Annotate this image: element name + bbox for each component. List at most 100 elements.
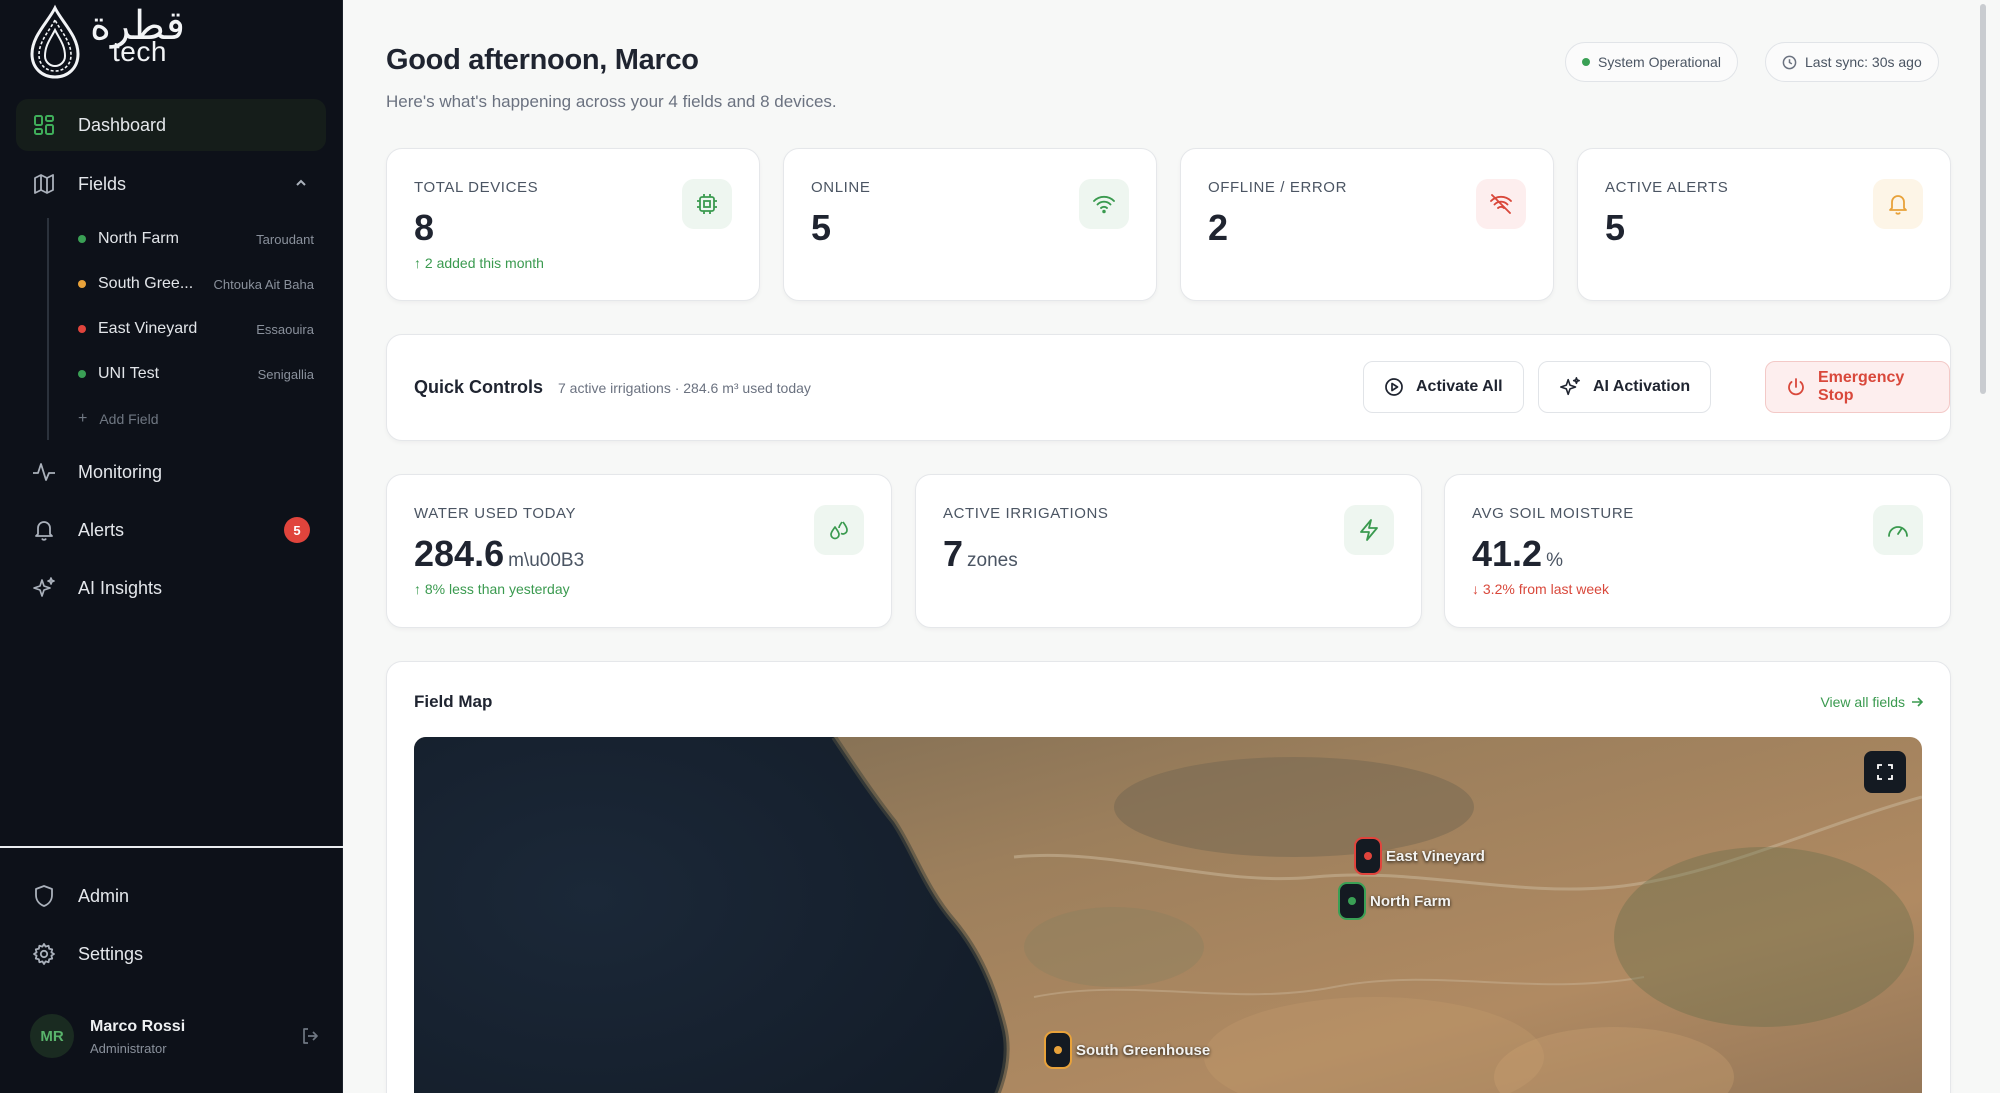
stat-note: ↑ 8% less than yesterday [414,581,570,597]
gear-icon [32,942,56,966]
sparkles-icon [32,576,56,600]
alerts-count-badge: 5 [284,517,310,543]
stat-note: ↑ 2 added this month [414,255,544,271]
status-dot [78,280,86,288]
bell-icon [32,518,56,542]
user-role: Administrator [90,1041,167,1056]
quick-controls-subtitle: 7 active irrigations · 284.6 m³ used tod… [558,380,811,396]
sidebar: قطرة tech Dashboard Fields North Farm Ta… [0,0,343,1093]
stat-value: 5 [811,207,832,248]
map-marker-north-farm[interactable]: North Farm [1338,882,1451,920]
stat-label: AVG SOIL MOISTURE [1472,505,1634,522]
nav-dashboard-label: Dashboard [78,114,167,135]
field-location: Senigallia [257,366,314,382]
field-location: Chtouka Ait Baha [213,276,314,292]
avatar: MR [30,1014,74,1058]
nav-admin[interactable]: Admin [16,870,326,922]
water-drop-logo-icon [30,4,80,79]
sidebar-field-east-vineyard[interactable]: East Vineyard Essaouira [62,311,324,347]
map-marker-east-vineyard[interactable]: East Vineyard [1354,837,1485,875]
fullscreen-icon [1876,763,1894,781]
scrollbar[interactable] [1980,4,1986,394]
main-content: Good afternoon, Marco Here's what's happ… [344,0,1990,1093]
activate-all-label: Activate All [1416,378,1503,395]
stat-unit: zones [967,550,1018,571]
map-marker-south-greenhouse[interactable]: South Greenhouse [1044,1031,1210,1069]
sidebar-divider [0,846,343,848]
field-name: East Vineyard [98,320,198,337]
emergency-stop-button[interactable]: Emergency Stop [1765,361,1950,413]
stat-label: WATER USED TODAY [414,505,577,522]
map-marker-label: East Vineyard [1386,847,1485,865]
add-field-label: Add Field [99,411,159,427]
stat-value: 41.2 [1472,533,1543,574]
power-icon [1786,377,1806,397]
quick-controls-card: Quick Controls 7 active irrigations · 28… [386,334,1951,441]
field-tree-line [47,218,49,440]
page-subtitle: Here's what's happening across your 4 fi… [386,92,837,111]
stat-label: ACTIVE ALERTS [1605,179,1729,196]
nav-monitoring[interactable]: Monitoring [16,446,326,498]
stat-card-active-irrigations: ACTIVE IRRIGATIONS 7 zones [915,474,1422,628]
play-circle-icon [1384,377,1404,397]
field-location: Essaouira [256,321,314,337]
map-pin [1338,882,1366,920]
nav-alerts-label: Alerts [78,519,125,540]
emergency-stop-label: Emergency Stop [1818,369,1905,404]
satellite-map[interactable]: East Vineyard North Farm South Greenhous… [414,737,1922,1093]
quick-controls-title: Quick Controls [414,377,544,397]
stat-value-row: 41.2% [1472,533,1563,575]
nav-ai-insights-label: AI Insights [78,577,163,598]
map-marker-label: South Greenhouse [1076,1041,1211,1059]
expand-map-button[interactable] [1864,751,1906,793]
nav-fields-label: Fields [78,173,127,194]
user-name: Marco Rossi [90,1018,186,1035]
stat-card-offline-error: OFFLINE / ERROR 2 [1180,148,1554,301]
wifi-icon [1079,179,1129,229]
brand-logo[interactable]: قطرة tech [26,4,185,80]
ai-activation-label: AI Activation [1593,378,1691,395]
stat-card-avg-soil-moisture: AVG SOIL MOISTURE 41.2% ↓ 3.2% from last… [1444,474,1951,628]
nav-settings-label: Settings [78,943,144,964]
shield-icon [32,884,56,908]
ai-activation-button[interactable]: AI Activation [1538,361,1712,413]
pin-dot [1054,1046,1062,1054]
map-pin [1354,837,1382,875]
nav-alerts[interactable]: Alerts 5 [16,504,326,556]
sidebar-field-uni-test[interactable]: UNI Test Senigallia [62,356,324,392]
nav-dashboard[interactable]: Dashboard [16,99,326,151]
view-all-fields-label: View all fields [1820,694,1905,710]
field-map-card: Field Map View all fields East Vineyard … [386,661,1951,1093]
chevron-up-icon[interactable] [294,174,308,195]
activate-all-button[interactable]: Activate All [1363,361,1524,413]
page-title: Good afternoon, Marco [386,44,699,76]
logout-icon[interactable] [300,1026,320,1051]
bell-icon [1873,179,1923,229]
status-dot [78,235,86,243]
gauge-icon [1873,505,1923,555]
stat-label: ACTIVE IRRIGATIONS [943,505,1109,522]
sidebar-field-south-greenhouse[interactable]: South Gree... Chtouka Ait Baha [62,266,324,302]
pin-dot [1348,897,1356,905]
stat-unit: % [1546,550,1563,571]
nav-settings[interactable]: Settings [16,928,326,980]
stat-value-row: 284.6 m\u00B3 [414,533,584,575]
stat-card-total-devices: TOTAL DEVICES 8 ↑ 2 added this month [386,148,760,301]
zap-icon [1344,505,1394,555]
stat-label: TOTAL DEVICES [414,179,539,196]
field-name: UNI Test [98,365,160,382]
stat-label: OFFLINE / ERROR [1208,179,1348,196]
stat-card-online: ONLINE 5 [783,148,1157,301]
view-all-fields-link[interactable]: View all fields [1820,694,1923,710]
droplets-icon [814,505,864,555]
stat-card-active-alerts: ACTIVE ALERTS 5 [1577,148,1951,301]
nav-fields[interactable]: Fields [16,158,326,210]
add-field-button[interactable]: + Add Field [78,410,159,428]
nav-ai-insights[interactable]: AI Insights [16,562,326,614]
stat-value: 2 [1208,207,1229,248]
user-profile[interactable]: MR Marco Rossi Administrator [30,1014,320,1062]
stat-card-water-used: WATER USED TODAY 284.6 m\u00B3 ↑ 8% less … [386,474,892,628]
status-dot [1582,58,1590,66]
sidebar-field-north-farm[interactable]: North Farm Taroudant [62,221,324,257]
nav-admin-label: Admin [78,885,130,906]
